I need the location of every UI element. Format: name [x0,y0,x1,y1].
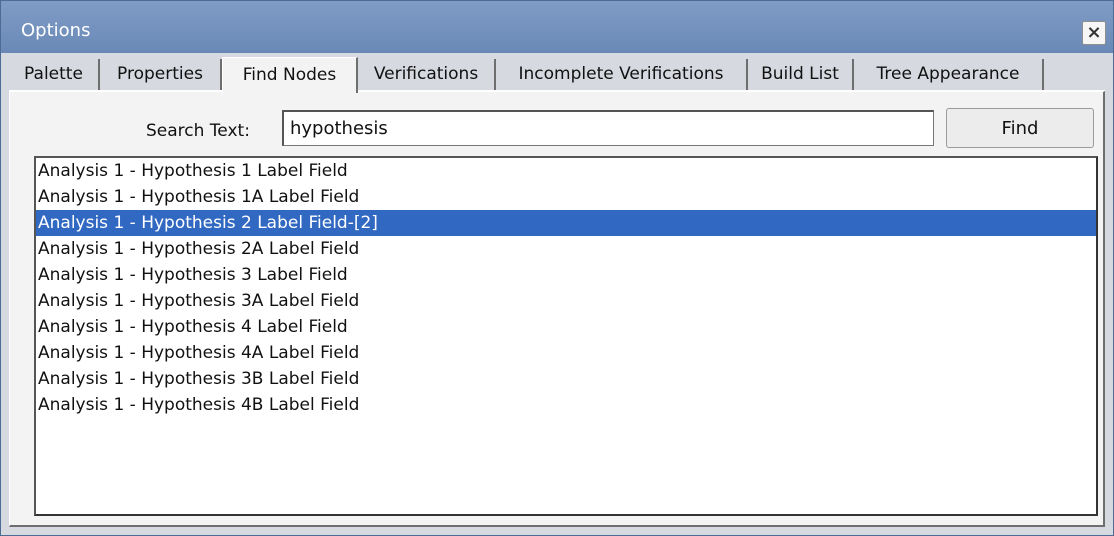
tab-tree-appearance[interactable]: Tree Appearance [854,59,1044,91]
title-bar[interactable]: Options × [1,1,1113,53]
tab-build-list[interactable]: Build List [748,59,854,91]
list-item[interactable]: Analysis 1 - Hypothesis 4B Label Field [36,392,1096,418]
list-item[interactable]: Analysis 1 - Hypothesis 4 Label Field [36,314,1096,340]
results-list[interactable]: Analysis 1 - Hypothesis 1 Label Field Ana… [34,156,1098,516]
list-item[interactable]: Analysis 1 - Hypothesis 3A Label Field [36,288,1096,314]
tab-verifications[interactable]: Verifications [358,59,496,91]
search-input[interactable] [282,110,934,146]
tab-properties[interactable]: Properties [100,59,222,91]
list-item[interactable]: Analysis 1 - Hypothesis 2A Label Field [36,236,1096,262]
list-item-selected[interactable]: Analysis 1 - Hypothesis 2 Label Field-[2… [36,210,1096,236]
tab-palette[interactable]: Palette [9,59,100,91]
tab-strip: Palette Properties Find Nodes Verificati… [1,53,1113,93]
find-button[interactable]: Find [946,108,1094,148]
list-item[interactable]: Analysis 1 - Hypothesis 3 Label Field [36,262,1096,288]
list-item[interactable]: Analysis 1 - Hypothesis 1 Label Field [36,158,1096,184]
close-icon: × [1086,22,1102,43]
list-item[interactable]: Analysis 1 - Hypothesis 1A Label Field [36,184,1096,210]
search-text-label: Search Text: [146,121,250,141]
list-item[interactable]: Analysis 1 - Hypothesis 4A Label Field [36,340,1096,366]
list-item[interactable]: Analysis 1 - Hypothesis 3B Label Field [36,366,1096,392]
tab-find-nodes[interactable]: Find Nodes [222,57,358,93]
options-dialog: Options × Palette Properties Find Nodes … [0,0,1114,536]
close-button[interactable]: × [1082,21,1106,45]
tab-incomplete-verifications[interactable]: Incomplete Verifications [496,59,748,91]
find-nodes-panel: Search Text: Find Analysis 1 - Hypothesi… [9,91,1105,527]
window-title: Options [21,20,91,41]
